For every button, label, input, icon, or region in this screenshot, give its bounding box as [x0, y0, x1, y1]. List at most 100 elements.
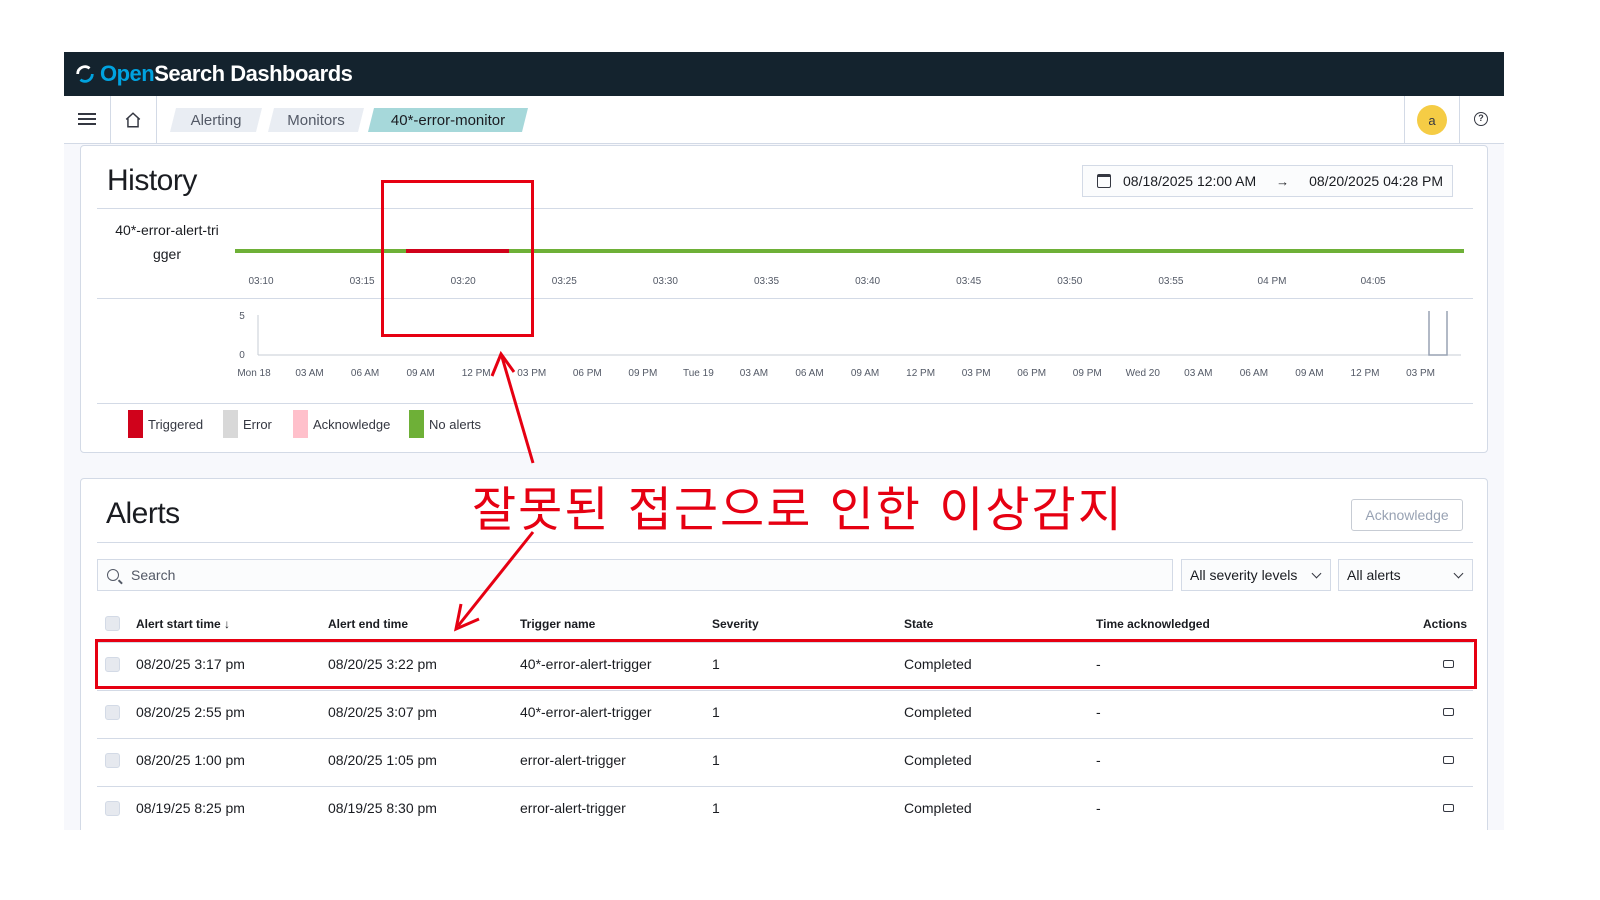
breadcrumb-current-monitor[interactable]: 40*-error-monitor	[368, 108, 528, 132]
cell-start: 08/20/25 2:55 pm	[136, 704, 245, 720]
col-actions: Actions	[1423, 617, 1468, 631]
date-start[interactable]: 08/18/2025 12:00 AM	[1123, 173, 1256, 189]
overview-tick: 03 PM	[1406, 368, 1435, 379]
overview-tick: 06 PM	[572, 368, 602, 379]
breadcrumb-bar: Alerting Monitors 40*-error-monitor a ?	[64, 96, 1504, 144]
sort-down-icon: ↓	[224, 617, 231, 631]
calendar-icon	[1097, 174, 1111, 188]
breadcrumb-monitors[interactable]: Monitors	[268, 108, 364, 132]
row-checkbox[interactable]	[105, 801, 120, 816]
divider	[1459, 96, 1460, 144]
cell-state: Completed	[904, 800, 972, 816]
col-trigger-name[interactable]: Trigger name	[520, 617, 595, 631]
cell-trigger: error-alert-trigger	[520, 800, 626, 816]
overview-tick: 03 PM	[961, 368, 991, 379]
annotation-label: 잘못된 접근으로 인한 이상감지	[472, 482, 1124, 538]
timeline-tick: 03:15	[349, 276, 375, 287]
chevron-down-icon	[1311, 568, 1322, 578]
cell-end: 08/19/25 8:30 pm	[328, 800, 437, 816]
hamburger-menu-icon[interactable]	[78, 110, 96, 128]
annotation-box-timeline	[381, 180, 534, 337]
divider	[97, 298, 1473, 299]
acknowledge-button[interactable]: Acknowledge	[1351, 499, 1463, 531]
comment-icon[interactable]	[1443, 756, 1454, 764]
col-severity[interactable]: Severity	[712, 617, 759, 631]
cell-end: 08/20/25 3:07 pm	[328, 704, 437, 720]
divider	[156, 96, 157, 144]
cell-ack: -	[1096, 752, 1101, 768]
timeline-tick: 03:30	[652, 276, 678, 287]
overview-tick: 09 PM	[628, 368, 658, 379]
row-divider	[97, 690, 1473, 691]
overview-tick: 09 AM	[406, 368, 435, 379]
opensearch-app: OpenSearch Dashboards Alerting Monitors …	[64, 52, 1504, 830]
timeline-tick: 03:25	[551, 276, 577, 287]
chevron-down-icon	[1453, 568, 1464, 578]
cell-start: 08/19/25 8:25 pm	[136, 800, 245, 816]
breadcrumb-alerting[interactable]: Alerting	[170, 108, 262, 132]
alerts-title: Alerts	[106, 497, 180, 530]
overview-tick: 03 AM	[295, 368, 324, 379]
divider	[97, 208, 1473, 209]
divider	[1404, 96, 1405, 144]
cell-ack: -	[1096, 800, 1101, 816]
search-placeholder: Search	[131, 567, 176, 583]
overview-tick: 03 AM	[739, 368, 769, 379]
overview-tick: 12 PM	[1350, 368, 1380, 379]
search-input[interactable]: Search	[97, 559, 1173, 591]
comment-icon[interactable]	[1443, 708, 1454, 716]
col-state[interactable]: State	[904, 617, 933, 631]
divider	[110, 96, 111, 144]
cell-end: 08/20/25 1:05 pm	[328, 752, 437, 768]
overview-tick: 12 PM	[906, 368, 936, 379]
y-tick: 5	[239, 311, 245, 322]
user-avatar[interactable]: a	[1417, 105, 1447, 135]
overview-tick: 03 AM	[1184, 368, 1213, 379]
overview-tick: 06 PM	[1017, 368, 1047, 379]
overview-tick: 09 PM	[1072, 368, 1102, 379]
overview-tick: 06 AM	[350, 368, 380, 379]
comment-icon[interactable]	[1443, 804, 1454, 812]
timeline-tick: 03:50	[1057, 276, 1083, 287]
row-divider	[97, 738, 1473, 739]
select-all-checkbox[interactable]	[105, 616, 120, 631]
overview-tick: 06 AM	[795, 368, 824, 379]
state-select[interactable]: All alerts	[1338, 559, 1473, 591]
date-range-picker[interactable]: 08/18/2025 12:00 AM → 08/20/2025 04:28 P…	[1082, 165, 1453, 197]
cell-trigger: error-alert-trigger	[520, 752, 626, 768]
timeline-tick: 04:05	[1360, 276, 1386, 287]
cell-severity: 1	[712, 752, 720, 768]
overview-tick: Tue 19	[683, 368, 714, 379]
home-icon[interactable]	[124, 111, 142, 129]
overview-tick: Mon 18	[237, 368, 271, 379]
row-checkbox[interactable]	[105, 705, 120, 720]
col-time-acknowledged[interactable]: Time acknowledged	[1096, 617, 1210, 631]
date-end[interactable]: 08/20/2025 04:28 PM	[1309, 173, 1443, 189]
history-panel: History 08/18/2025 12:00 AM → 08/20/2025…	[80, 145, 1488, 453]
legend-swatch	[223, 410, 238, 438]
legend-swatch	[293, 410, 308, 438]
help-icon[interactable]: ?	[1474, 112, 1488, 126]
col-alert-end-time[interactable]: Alert end time	[328, 617, 408, 631]
row-checkbox[interactable]	[105, 753, 120, 768]
state-select-value: All alerts	[1347, 567, 1401, 583]
cell-severity: 1	[712, 800, 720, 816]
legend-item: Error	[223, 410, 272, 438]
timeline-tick: 03:45	[956, 276, 982, 287]
brand-name[interactable]: OpenSearch Dashboards	[100, 61, 353, 87]
severity-select-value: All severity levels	[1190, 567, 1298, 583]
legend-item: No alerts	[409, 410, 481, 438]
legend-label: Triggered	[148, 416, 204, 432]
legend-label: Acknowledge	[313, 416, 391, 432]
row-divider	[97, 786, 1473, 787]
trigger-label: 40*-error-alert-tri gger	[115, 222, 219, 262]
col-alert-start-time[interactable]: Alert start time ↓	[136, 617, 230, 631]
overview-tick: 09 AM	[850, 368, 880, 379]
cell-trigger: 40*-error-alert-trigger	[520, 704, 652, 720]
overview-tick: 03 PM	[517, 368, 547, 379]
severity-select[interactable]: All severity levels	[1181, 559, 1331, 591]
opensearch-logo-icon	[76, 65, 94, 83]
timeline-tick: 03:10	[248, 276, 274, 287]
legend-swatch	[409, 410, 424, 438]
timeline-tick: 03:35	[753, 276, 780, 287]
